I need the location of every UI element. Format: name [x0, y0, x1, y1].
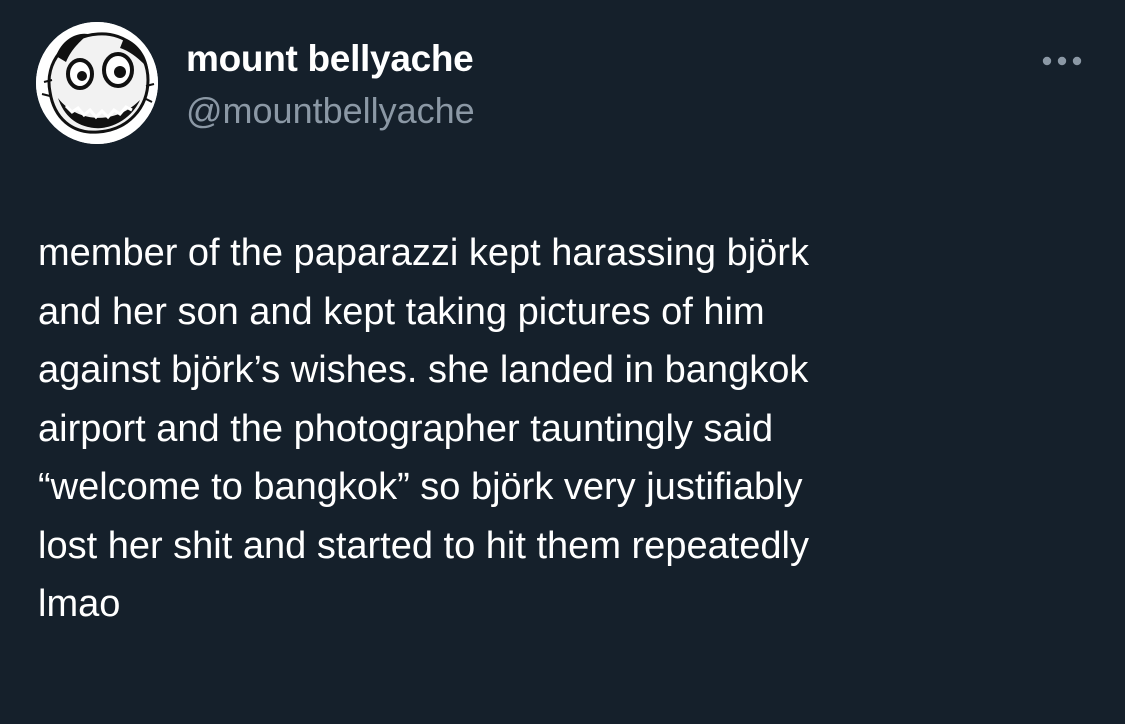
- tweet-text-line: against björk’s wishes. she landed in ba…: [38, 349, 809, 391]
- tweet-text-line: member of the paparazzi kept harassing b…: [38, 232, 809, 274]
- more-options-button[interactable]: [1036, 44, 1088, 78]
- tweet-text-line: lmao: [38, 583, 121, 625]
- tweet-text-line: and her son and kept taking pictures of …: [38, 290, 765, 333]
- tweet-text-line: airport and the photographer tauntingly …: [38, 407, 774, 450]
- cartoon-face-avatar-icon: [36, 22, 158, 144]
- tweet-text-line: “welcome to bangkok” so björk very justi…: [38, 466, 803, 508]
- tweet-card: mount bellyache @mountbellyache member o…: [0, 0, 1125, 724]
- more-horizontal-icon: [1042, 56, 1082, 66]
- avatar[interactable]: [36, 22, 158, 144]
- display-name[interactable]: mount bellyache: [186, 38, 474, 80]
- user-handle[interactable]: @mountbellyache: [186, 90, 475, 132]
- tweet-text-line: lost her shit and started to hit them re…: [38, 524, 809, 567]
- tweet-text: member of the paparazzi kept harassing b…: [38, 224, 1098, 634]
